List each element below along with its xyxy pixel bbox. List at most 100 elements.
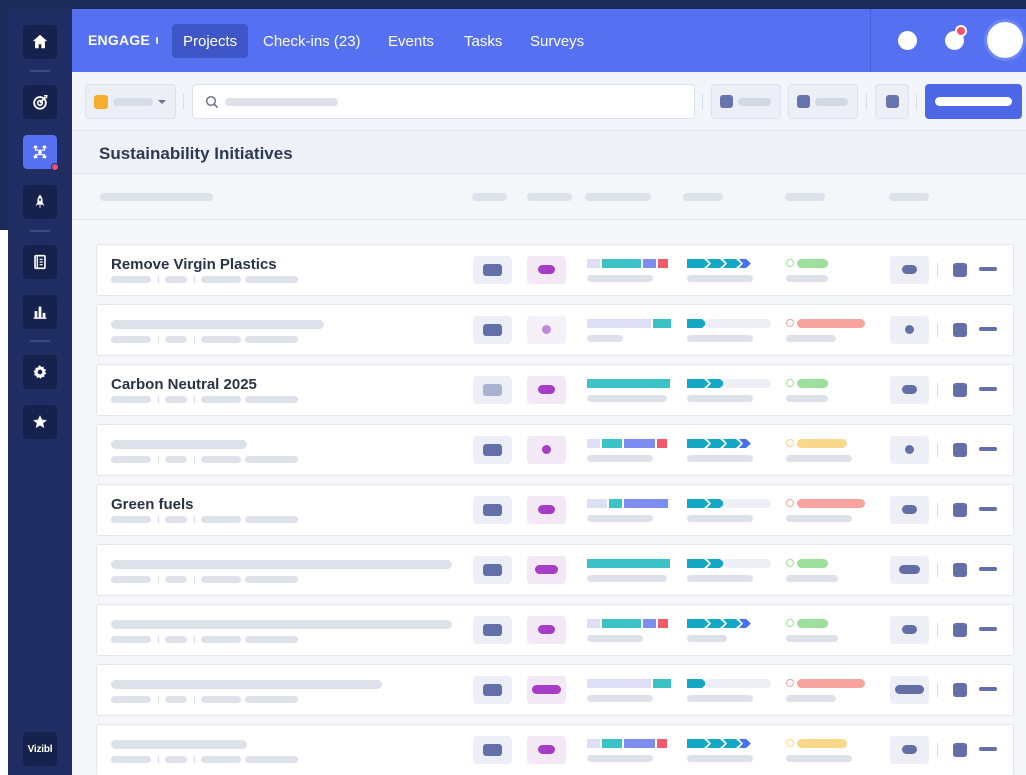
tab-tasks[interactable]: Tasks [453, 24, 513, 58]
stage-indicator [687, 559, 723, 568]
action-icon[interactable] [953, 623, 967, 637]
settings-button[interactable] [875, 84, 909, 119]
table-row[interactable]: Carbon Neutral 2025 [96, 364, 1014, 416]
tab-projects[interactable]: Projects [172, 24, 249, 58]
tab-surveys[interactable]: Surveys [519, 24, 595, 58]
column-header[interactable] [785, 193, 825, 201]
stage-indicator [687, 679, 705, 688]
book-icon[interactable] [23, 245, 57, 279]
gear-icon[interactable] [23, 355, 57, 389]
owner-chip[interactable] [890, 496, 929, 524]
tab-events[interactable]: Events [377, 24, 445, 58]
owner-chip[interactable] [890, 736, 929, 764]
table-row[interactable]: Green fuels [96, 484, 1014, 536]
settings-icon [886, 95, 899, 108]
table-row[interactable] [96, 544, 1014, 596]
rocket-icon[interactable] [23, 185, 57, 219]
help-icon[interactable] [898, 31, 917, 50]
type-chip[interactable] [473, 676, 512, 704]
hierarchy-icon[interactable] [23, 135, 59, 171]
more-icon[interactable] [979, 627, 997, 631]
category-chip[interactable] [527, 736, 566, 764]
more-icon[interactable] [979, 267, 997, 271]
more-icon[interactable] [979, 687, 997, 691]
action-icon[interactable] [953, 263, 967, 277]
status-dot [786, 499, 794, 507]
category-chip[interactable] [527, 556, 566, 584]
type-chip[interactable] [473, 316, 512, 344]
category-chip[interactable] [527, 616, 566, 644]
stage-indicator [687, 439, 749, 448]
more-icon[interactable] [979, 567, 997, 571]
sort-icon [797, 95, 810, 108]
avatar[interactable] [987, 22, 1023, 58]
table-row[interactable] [96, 724, 1014, 775]
project-list: Remove Virgin Plastics Carbon Neutral 20… [72, 220, 1026, 775]
category-chip[interactable] [527, 316, 566, 344]
filter-dropdown[interactable] [85, 84, 176, 119]
action-icon[interactable] [953, 443, 967, 457]
owner-chip[interactable] [890, 616, 929, 644]
search-input[interactable] [192, 84, 695, 119]
column-header[interactable] [527, 193, 572, 201]
category-chip[interactable] [527, 496, 566, 524]
bar-chart-icon[interactable] [23, 295, 57, 329]
sort-button[interactable] [788, 84, 858, 119]
project-title: Carbon Neutral 2025 [111, 376, 257, 393]
type-chip[interactable] [473, 376, 512, 404]
table-row[interactable] [96, 304, 1014, 356]
table-row[interactable] [96, 604, 1014, 656]
more-icon[interactable] [979, 507, 997, 511]
type-chip[interactable] [473, 436, 512, 464]
home-icon[interactable] [23, 25, 57, 59]
column-header[interactable] [683, 193, 723, 201]
type-chip[interactable] [473, 736, 512, 764]
action-icon[interactable] [953, 503, 967, 517]
owner-chip[interactable] [890, 376, 929, 404]
more-icon[interactable] [979, 747, 997, 751]
table-row[interactable] [96, 664, 1014, 716]
sidebar-divider [30, 70, 50, 72]
category-chip[interactable] [527, 676, 566, 704]
status-dot [786, 559, 794, 567]
table-row[interactable]: Remove Virgin Plastics [96, 244, 1014, 296]
type-chip[interactable] [473, 556, 512, 584]
project-title: Remove Virgin Plastics [111, 256, 277, 273]
progress-bar [587, 679, 671, 688]
more-icon[interactable] [979, 447, 997, 451]
column-header[interactable] [889, 193, 929, 201]
column-header-name[interactable] [100, 193, 213, 201]
create-project-button[interactable] [925, 84, 1022, 119]
view-toggle-button[interactable] [711, 84, 781, 119]
star-icon[interactable] [23, 405, 57, 439]
type-chip[interactable] [473, 496, 512, 524]
owner-chip[interactable] [890, 256, 929, 284]
owner-chip[interactable] [890, 676, 929, 704]
type-chip[interactable] [473, 616, 512, 644]
more-icon[interactable] [979, 387, 997, 391]
target-icon[interactable] [23, 85, 57, 119]
column-header[interactable] [585, 193, 651, 201]
toolbar-divider [183, 94, 184, 110]
tab-check-ins[interactable]: Check-ins (23) [252, 24, 372, 58]
type-chip[interactable] [473, 256, 512, 284]
owner-chip[interactable] [890, 436, 929, 464]
brand-logo[interactable]: Vizibl [23, 732, 57, 766]
filter-label [113, 98, 153, 106]
category-chip[interactable] [527, 256, 566, 284]
action-icon[interactable] [953, 323, 967, 337]
action-icon[interactable] [953, 563, 967, 577]
category-chip[interactable] [527, 376, 566, 404]
column-header[interactable] [472, 193, 507, 201]
action-icon[interactable] [953, 683, 967, 697]
category-chip[interactable] [527, 436, 566, 464]
status-dot [786, 739, 794, 747]
more-icon[interactable] [979, 327, 997, 331]
progress-bar [587, 319, 671, 328]
owner-chip[interactable] [890, 556, 929, 584]
table-row[interactable] [96, 424, 1014, 476]
progress-bar [587, 379, 670, 388]
action-icon[interactable] [953, 743, 967, 757]
action-icon[interactable] [953, 383, 967, 397]
owner-chip[interactable] [890, 316, 929, 344]
